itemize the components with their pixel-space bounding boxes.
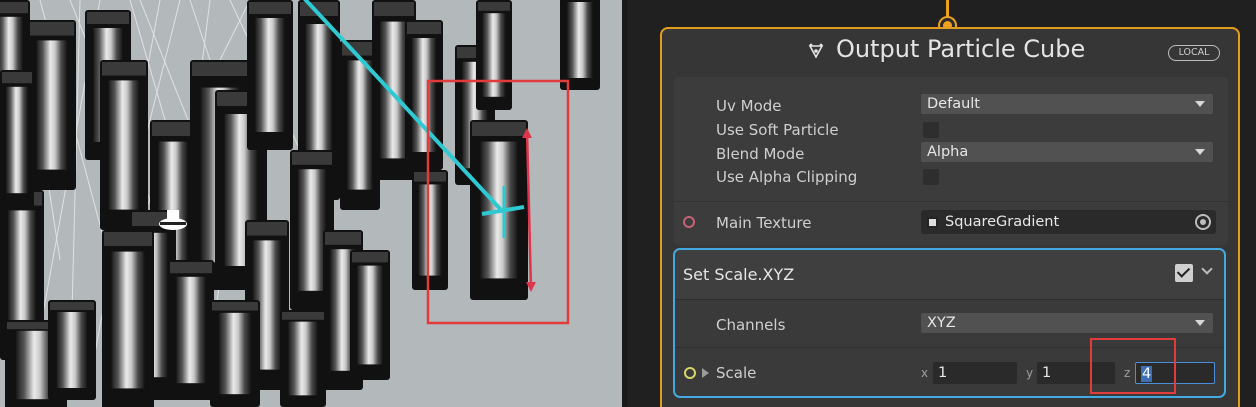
channels-value: XYZ <box>927 315 956 331</box>
block-title: Set Scale.XYZ <box>683 265 795 284</box>
particle-cube <box>350 250 390 380</box>
node-settings: Uv Mode Default Use Soft Particle Blend … <box>674 77 1228 245</box>
particle-cube <box>405 20 443 170</box>
node-header[interactable]: Output Particle Cube LOCAL <box>662 29 1238 75</box>
uv-mode-value: Default <box>927 96 980 112</box>
use-alpha-clipping-label: Use Alpha Clipping <box>716 168 858 186</box>
settings-separator <box>674 201 1228 202</box>
particle-cube <box>247 0 293 150</box>
main-texture-value: SquareGradient <box>945 214 1060 230</box>
particle-cube <box>102 230 154 407</box>
scale-x-field[interactable]: 1 <box>933 362 1017 384</box>
scale-label: Scale <box>716 364 757 382</box>
particle-cube <box>476 0 512 110</box>
local-badge[interactable]: LOCAL <box>1168 45 1220 61</box>
block-header[interactable]: Set Scale.XYZ <box>675 250 1224 300</box>
particle-cube <box>280 310 326 407</box>
scale-y-axis-label: y <box>1026 366 1034 380</box>
particle-cube <box>48 300 96 400</box>
chevron-down-icon <box>1195 320 1205 326</box>
particle-cube <box>168 260 214 400</box>
particle-cube <box>412 170 448 290</box>
main-texture-field[interactable]: SquareGradient <box>921 210 1216 234</box>
scene-viewport[interactable] <box>0 0 627 407</box>
blend-mode-value: Alpha <box>927 144 969 160</box>
texture-thumb-icon <box>927 217 938 228</box>
chevron-down-icon <box>1195 101 1205 107</box>
blend-mode-label: Blend Mode <box>716 145 805 163</box>
particle-cube <box>100 60 148 230</box>
use-soft-particle-checkbox[interactable] <box>923 122 939 138</box>
scale-x-axis-label: x <box>921 366 929 380</box>
block-enabled-checkbox[interactable] <box>1175 264 1193 282</box>
main-texture-label: Main Texture <box>716 214 812 232</box>
uv-mode-label: Uv Mode <box>716 97 782 115</box>
main-texture-input-port[interactable] <box>683 216 695 228</box>
blend-mode-dropdown[interactable]: Alpha <box>921 142 1213 162</box>
particle-cube <box>210 300 260 407</box>
particle-scene <box>0 0 600 407</box>
use-soft-particle-label: Use Soft Particle <box>716 121 839 139</box>
object-picker-icon[interactable] <box>1195 214 1211 230</box>
particle-cube <box>0 70 34 210</box>
particle-cube <box>560 0 600 90</box>
chevron-down-icon[interactable] <box>1201 263 1213 275</box>
expander-arrow-icon[interactable] <box>702 368 709 378</box>
chevron-down-icon <box>1195 149 1205 155</box>
node-title: Output Particle Cube <box>836 35 1086 63</box>
highlight-box-z-field <box>1090 338 1176 394</box>
channels-label: Channels <box>716 316 786 334</box>
use-alpha-clipping-checkbox[interactable] <box>923 169 939 185</box>
uv-mode-dropdown[interactable]: Default <box>921 94 1213 114</box>
channels-dropdown[interactable]: XYZ <box>921 313 1213 333</box>
particle-cube <box>28 20 76 190</box>
particle-output-icon <box>808 43 824 59</box>
scale-input-port[interactable] <box>684 367 696 379</box>
